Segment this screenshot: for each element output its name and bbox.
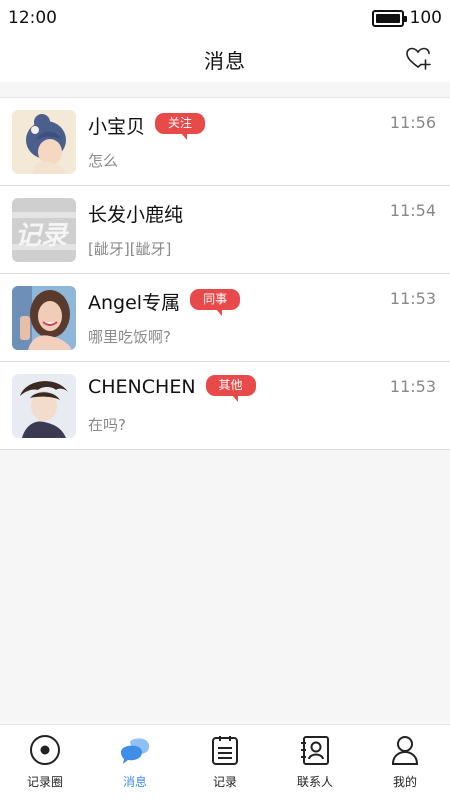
status-time: 12:00	[8, 8, 57, 28]
conversation-row[interactable]: CHENCHEN 其他 11:53 在吗?	[0, 362, 450, 450]
tab-label: 记录	[212, 775, 237, 789]
tab-label: 消息	[122, 775, 147, 789]
message-time: 11:56	[389, 113, 436, 132]
tab-label: 我的	[392, 775, 417, 789]
message-time: 11:54	[389, 201, 436, 220]
contact-tag: 关注	[155, 113, 206, 140]
message-time: 11:53	[389, 289, 436, 308]
contact-name: 小宝贝	[88, 116, 146, 138]
message-preview: 哪里吃饭啊?	[88, 328, 171, 346]
status-bar: 12:00 100	[0, 0, 450, 36]
page-title: 消息	[204, 48, 246, 73]
conversation-row[interactable]: 小宝贝 关注 11:56 怎么	[0, 98, 450, 186]
conversation-list: 小宝贝 关注 11:56 怎么 记录 长发小鹿纯 11:54 [龇牙][龇牙]	[0, 97, 450, 450]
message-time: 11:53	[389, 377, 436, 396]
person-icon	[391, 736, 419, 765]
chat-bubbles-icon	[121, 738, 150, 764]
tab-record-circle[interactable]: 记录圈	[0, 725, 90, 800]
tab-messages[interactable]: 消息	[90, 725, 180, 800]
contact-tag: 其他	[205, 374, 256, 402]
header: 消息	[0, 36, 450, 82]
battery-level: 100	[409, 8, 442, 28]
eye-circle-icon	[30, 735, 60, 765]
conversation-row[interactable]: 记录 长发小鹿纯 11:54 [龇牙][龇牙]	[0, 186, 450, 274]
notepad-icon	[212, 736, 238, 765]
contact-name: 长发小鹿纯	[88, 204, 184, 226]
contact-card-icon	[301, 736, 329, 765]
tab-record[interactable]: 记录	[180, 725, 270, 800]
girl-blue-hair-avatar	[12, 110, 76, 174]
message-preview: [龇牙][龇牙]	[88, 240, 172, 258]
contact-tag: 同事	[190, 289, 241, 316]
message-preview: 在吗?	[88, 416, 126, 434]
tab-label: 联系人	[296, 775, 333, 789]
contact-name: Angel专属	[88, 292, 181, 314]
tab-label: 记录圈	[26, 775, 63, 789]
message-preview: 怎么	[88, 152, 119, 170]
conversation-row[interactable]: Angel专属 同事 11:53 哪里吃饭啊?	[0, 274, 450, 362]
tab-contacts[interactable]: 联系人	[270, 725, 360, 800]
woman-photo-avatar	[12, 286, 76, 350]
heart-plus-icon[interactable]	[404, 44, 432, 72]
contact-name: CHENCHEN	[88, 376, 196, 398]
battery-icon	[371, 9, 407, 27]
battery-indicator: 100	[371, 8, 442, 28]
illustrated-boy-avatar	[12, 374, 76, 438]
bottom-tab-bar: 记录圈 消息 记录 联系人 我的	[0, 724, 450, 800]
avatar-text: 记录	[15, 221, 68, 251]
logo-placeholder-avatar: 记录	[12, 198, 76, 262]
tab-profile[interactable]: 我的	[360, 725, 450, 800]
